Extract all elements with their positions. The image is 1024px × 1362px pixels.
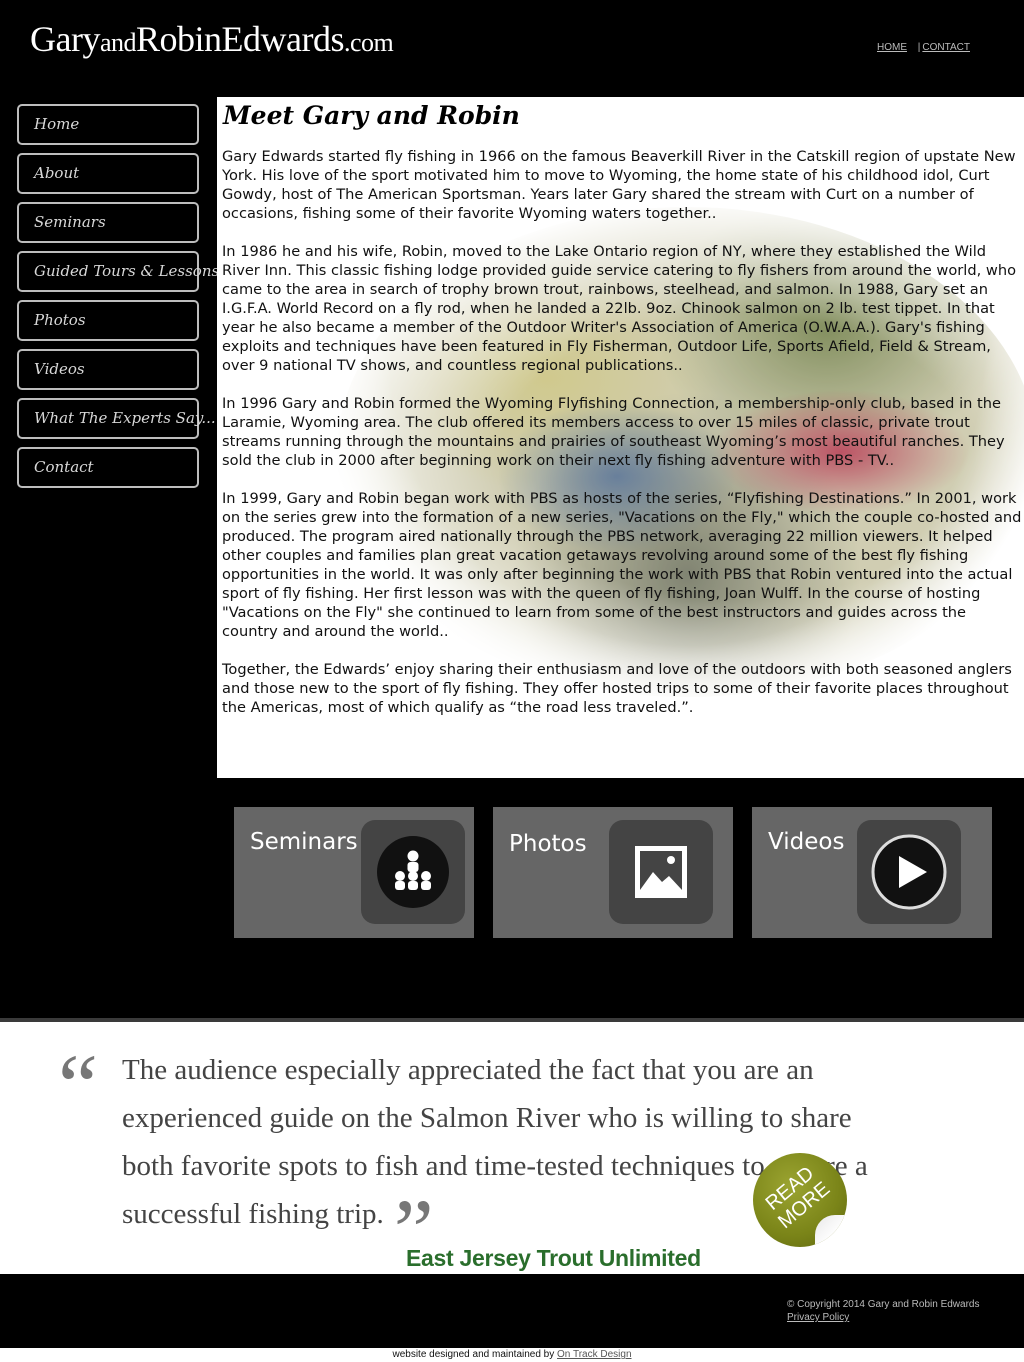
bio-paragraph: In 1986 he and his wife, Robin, moved to…: [222, 243, 1016, 374]
bio-text: Gary Edwards started fly fishing in 1966…: [222, 147, 1022, 736]
feature-videos-label: Videos: [768, 829, 845, 855]
privacy-policy-link[interactable]: Privacy Policy: [787, 1311, 979, 1324]
page-title: Meet Gary and Robin: [223, 101, 520, 130]
play-icon: [857, 820, 961, 924]
testimonial: “ The audience especially appreciated th…: [0, 1018, 1024, 1277]
feature-photos[interactable]: Photos: [493, 807, 733, 938]
feature-videos[interactable]: Videos: [752, 807, 992, 938]
site-logo[interactable]: GaryandRobinEdwards.com: [30, 18, 394, 60]
open-quote-icon: “: [58, 1037, 98, 1136]
nav-item-about[interactable]: About: [17, 153, 199, 194]
bio-paragraph: In 1999, Gary and Robin began work with …: [222, 490, 1022, 640]
credit-bar: website designed and maintained by On Tr…: [0, 1348, 1024, 1362]
top-link-home[interactable]: HOME: [877, 42, 907, 53]
logo-part-and: and: [99, 28, 137, 57]
main-content: Meet Gary and Robin Gary Edwards started…: [217, 97, 1024, 778]
testimonial-source: East Jersey Trout Unlimited: [406, 1245, 701, 1271]
top-link-separator: |: [917, 42, 921, 53]
feature-seminars-label: Seminars: [250, 829, 358, 855]
feature-seminars[interactable]: Seminars: [234, 807, 474, 938]
nav-item-contact[interactable]: Contact: [17, 447, 199, 488]
bio-paragraph: Together, the Edwards’ enjoy sharing the…: [222, 661, 1012, 716]
audience-icon: [361, 820, 465, 924]
logo-part-robin: Robin: [136, 19, 222, 59]
picture-icon: [609, 820, 713, 924]
logo-part-gary: Gary: [30, 19, 100, 59]
nav-item-guided-tours[interactable]: Guided Tours & Lessons: [17, 251, 219, 292]
top-link-contact[interactable]: CONTACT: [922, 42, 970, 53]
nav-item-home[interactable]: Home: [17, 104, 199, 145]
sidebar-nav: Home About Seminars Guided Tours & Lesso…: [17, 104, 219, 496]
footer-copyright: © Copyright 2014 Gary and Robin Edwards …: [787, 1298, 979, 1324]
logo-part-edwards: Edwards: [221, 19, 345, 59]
designer-link[interactable]: On Track Design: [557, 1349, 631, 1360]
bio-paragraph: Gary Edwards started fly fishing in 1966…: [222, 148, 1016, 222]
page-curl: [815, 1215, 847, 1247]
bio-paragraph: In 1996 Gary and Robin formed the Wyomin…: [222, 395, 1005, 469]
nav-item-photos[interactable]: Photos: [17, 300, 199, 341]
nav-item-videos[interactable]: Videos: [17, 349, 199, 390]
read-more-button[interactable]: READ MORE: [753, 1153, 847, 1247]
nav-item-seminars[interactable]: Seminars: [17, 202, 199, 243]
logo-part-com: .com: [344, 28, 394, 57]
credit-text: website designed and maintained by: [392, 1349, 555, 1360]
feature-photos-label: Photos: [509, 831, 587, 857]
nav-item-experts[interactable]: What The Experts Say...: [17, 398, 216, 439]
top-links: HOME | CONTACT: [877, 42, 970, 53]
copyright-text: © Copyright 2014 Gary and Robin Edwards: [787, 1299, 980, 1310]
